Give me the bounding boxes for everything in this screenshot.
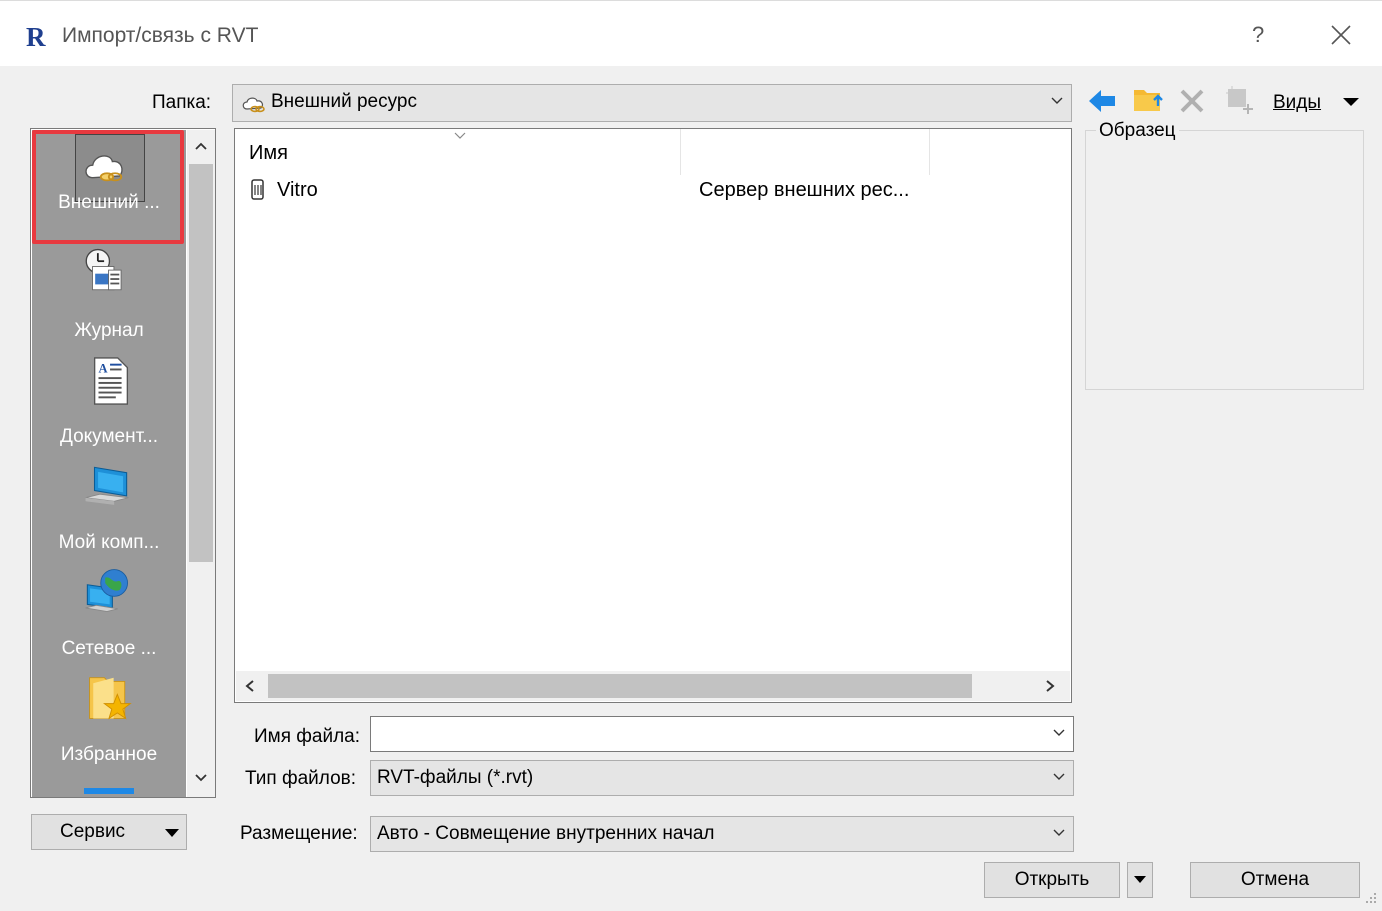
places-scroll-thumb[interactable] xyxy=(189,164,213,562)
title-bar: R Импорт/связь с RVT ? xyxy=(0,0,1382,66)
place-label: Документ... xyxy=(59,426,158,447)
revit-app-icon: R xyxy=(26,22,46,52)
place-history[interactable]: Журнал xyxy=(32,246,186,352)
column-separator[interactable] xyxy=(929,129,930,175)
views-menu[interactable]: Виды xyxy=(1273,92,1321,114)
network-icon xyxy=(85,569,128,612)
window-title: Импорт/связь с RVT xyxy=(62,24,259,47)
service-label: Сервис xyxy=(60,821,126,842)
dropdown-arrow-icon xyxy=(165,829,179,837)
filename-label: Имя файла: xyxy=(254,726,361,747)
chevron-down-icon xyxy=(1053,773,1065,780)
filetype-label: Тип файлов: xyxy=(245,768,357,789)
scroll-right-icon[interactable] xyxy=(1044,679,1056,693)
scroll-down-icon[interactable] xyxy=(193,772,209,784)
placement-label: Размещение: xyxy=(240,823,358,844)
close-button[interactable] xyxy=(1326,20,1356,50)
scroll-left-icon[interactable] xyxy=(244,679,256,693)
place-label: Журнал xyxy=(74,320,144,341)
column-name-header[interactable]: Имя xyxy=(249,142,288,165)
column-header: Имя xyxy=(235,129,1071,175)
place-my-computer[interactable]: Мой комп... xyxy=(32,458,186,564)
help-button[interactable]: ? xyxy=(1252,22,1272,48)
place-network[interactable]: Сетевое ... xyxy=(32,564,186,670)
open-label: Открыть xyxy=(1014,869,1090,890)
chevron-down-icon[interactable] xyxy=(1051,725,1067,741)
cloud-link-icon xyxy=(242,97,265,113)
delete-icon[interactable] xyxy=(1178,88,1206,114)
selection-highlight xyxy=(32,130,184,244)
placement-value: Авто - Совмещение внутренних начал xyxy=(377,823,715,844)
folder-value: Внешний ресурс xyxy=(271,91,417,112)
file-name: Vitro xyxy=(277,179,318,201)
service-button[interactable]: Сервис xyxy=(31,814,187,850)
new-folder-icon[interactable] xyxy=(1132,84,1166,116)
file-list-hscrollbar[interactable] xyxy=(236,671,1070,701)
file-list-scroll-thumb[interactable] xyxy=(268,674,972,698)
places-list: Внешний ... Журнал A Документ... Мой ком… xyxy=(32,130,186,797)
chevron-down-icon xyxy=(1053,829,1065,836)
folder-label: Папка: xyxy=(152,92,212,113)
computer-icon xyxy=(85,466,129,505)
documents-icon: A xyxy=(93,357,129,405)
open-options-button[interactable] xyxy=(1127,862,1153,898)
svg-text:A: A xyxy=(99,361,108,375)
place-documents[interactable]: A Документ... xyxy=(32,352,186,458)
placement-select[interactable]: Авто - Совмещение внутренних начал xyxy=(370,816,1074,852)
preview-panel xyxy=(1085,130,1364,390)
views-dropdown-icon[interactable] xyxy=(1342,96,1360,108)
sort-chevron-icon xyxy=(454,132,466,139)
chevron-down-icon xyxy=(1051,97,1063,104)
filename-input[interactable] xyxy=(370,716,1074,752)
filetype-select[interactable]: RVT-файлы (*.rvt) xyxy=(370,760,1074,796)
cancel-button[interactable]: Отмена xyxy=(1190,862,1360,898)
preview-label: Образец xyxy=(1096,120,1179,142)
dialog-body: Папка: Внешний ресурс Виды Внешний ... Ж… xyxy=(0,66,1382,911)
file-list[interactable]: Имя Vitro Сервер внешних рес... xyxy=(234,128,1072,703)
table-row[interactable]: Vitro Сервер внешних рес... xyxy=(247,177,947,207)
server-icon xyxy=(251,179,264,200)
scroll-up-icon[interactable] xyxy=(193,140,209,152)
new-item-icon[interactable] xyxy=(1226,86,1256,116)
favorites-icon xyxy=(89,677,132,720)
open-button[interactable]: Открыть xyxy=(984,862,1120,898)
places-bar: Внешний ... Журнал A Документ... Мой ком… xyxy=(30,128,216,798)
resize-grip-icon[interactable] xyxy=(1364,891,1378,905)
folder-combo[interactable]: Внешний ресурс xyxy=(232,84,1072,122)
place-label: Избранное xyxy=(60,744,158,765)
close-icon xyxy=(1331,25,1351,45)
back-arrow-icon[interactable] xyxy=(1087,88,1117,114)
column-separator[interactable] xyxy=(680,129,681,175)
history-icon xyxy=(85,248,122,291)
place-label: Сетевое ... xyxy=(61,638,157,659)
place-favorites[interactable]: Избранное xyxy=(32,670,186,776)
cancel-label: Отмена xyxy=(1240,869,1310,890)
next-place-partial xyxy=(84,788,134,794)
dropdown-arrow-icon xyxy=(1134,876,1146,883)
filetype-value: RVT-файлы (*.rvt) xyxy=(377,767,534,788)
place-label: Мой комп... xyxy=(58,532,160,553)
places-scrollbar[interactable] xyxy=(187,130,215,797)
file-type: Сервер внешних рес... xyxy=(699,179,910,201)
